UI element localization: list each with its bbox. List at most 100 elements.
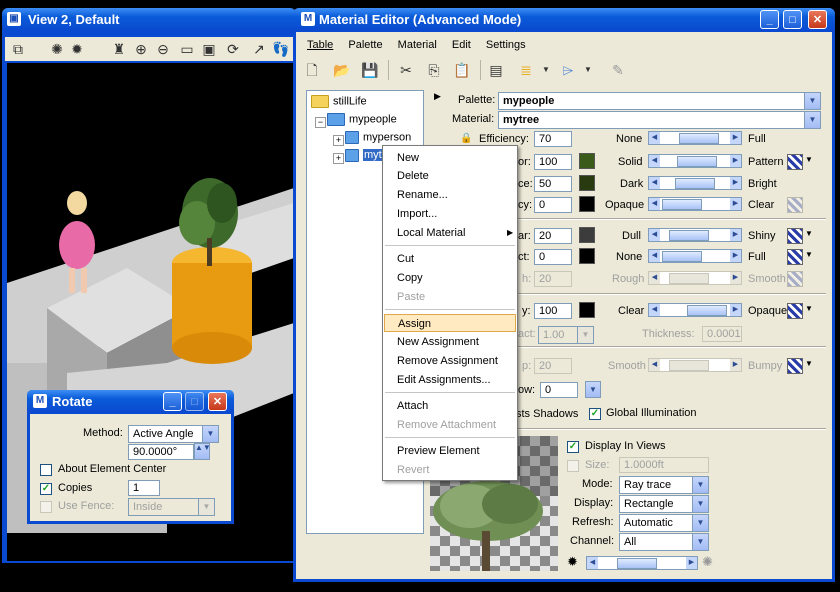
mode-select[interactable]: Ray trace ▼ [619, 476, 709, 494]
channel-select[interactable]: All ▼ [619, 533, 709, 551]
render-icon[interactable]: ✺ [47, 39, 67, 59]
copy-icon[interactable]: ⎘ [424, 60, 444, 80]
slider-thumb[interactable] [676, 156, 717, 167]
finish-input[interactable]: 20 [534, 271, 572, 287]
copies-input[interactable]: 1 [128, 480, 160, 496]
efficiency-input[interactable]: 70 [534, 131, 572, 147]
collapse-icon[interactable]: − [315, 117, 326, 128]
about-center-checkbox[interactable] [40, 464, 52, 476]
expand-icon[interactable]: + [333, 153, 344, 164]
menu-item-cut[interactable]: Cut [384, 250, 516, 268]
zoom-in-icon[interactable]: ⊕ [131, 39, 151, 59]
menu-item-import[interactable]: Import... [384, 205, 516, 223]
material-list-icon[interactable]: ▤ [486, 60, 506, 80]
tree-node-stilllife[interactable]: stillLife [311, 95, 367, 108]
menu-item-revert[interactable]: Revert [384, 461, 516, 479]
bump-slider[interactable]: ◀ ▶ [648, 358, 742, 372]
rotate-view-icon[interactable]: ⟳ [223, 39, 243, 59]
minimize-button[interactable]: _ [760, 10, 779, 29]
chevron-down-icon[interactable]: ▼ [805, 229, 813, 238]
chevron-down-icon[interactable]: ▼ [805, 359, 813, 368]
chevron-down-icon[interactable]: ▼ [805, 250, 813, 259]
menu-item-remove-assignment[interactable]: Remove Assignment [384, 352, 516, 370]
pattern-map-icon[interactable] [787, 154, 803, 170]
color-input[interactable]: 100 [534, 154, 572, 170]
slider-thumb[interactable] [675, 178, 715, 189]
slider-thumb[interactable] [678, 133, 719, 144]
paste-icon[interactable]: 📋 [452, 60, 472, 80]
transparency-swatch[interactable] [579, 196, 595, 212]
transparency-map-icon[interactable] [787, 197, 803, 213]
color-slider[interactable]: ◀ ▶ [648, 154, 742, 168]
size-input[interactable]: 1.0000ft [619, 457, 709, 473]
reflect-slider[interactable]: ◀ ▶ [648, 249, 742, 263]
material-editor-titlebar[interactable]: M Material Editor (Advanced Mode) _ □ ✕ [293, 8, 835, 30]
reflect-map-icon[interactable] [787, 249, 803, 265]
glow-color-button[interactable]: ▼ [585, 381, 601, 398]
pan-view-icon[interactable]: ↗ [249, 39, 269, 59]
menu-item-assign[interactable]: Assign [384, 314, 516, 332]
close-button[interactable]: ✕ [808, 10, 827, 29]
menu-item-new-assignment[interactable]: New Assignment [384, 333, 516, 351]
glow-input[interactable]: 0 [540, 382, 578, 398]
chevron-down-icon[interactable]: ▼ [805, 155, 813, 164]
walk-icon[interactable]: 👣 [271, 39, 291, 59]
menu-palette[interactable]: Palette [348, 39, 382, 51]
expand-arrow-icon[interactable]: ▶ [434, 91, 441, 102]
method-select[interactable]: Active Angle ▼ [128, 425, 219, 443]
global-illumination-checkbox[interactable]: ✓ [589, 408, 601, 420]
menu-item-paste[interactable]: Paste [384, 288, 516, 306]
efficiency-slider[interactable]: ◀ ▶ [648, 131, 742, 145]
slider-thumb[interactable] [669, 360, 709, 371]
specular-swatch[interactable] [579, 227, 595, 243]
copies-checkbox[interactable]: ✓ [40, 483, 52, 495]
use-fence-select[interactable]: Inside ▼ [128, 498, 215, 516]
menu-item-edit-assignments[interactable]: Edit Assignments... [384, 371, 516, 389]
reflect-swatch[interactable] [579, 248, 595, 264]
opacity-map-icon[interactable] [787, 303, 803, 319]
bump-map-icon[interactable] [787, 358, 803, 374]
angle-input[interactable]: 90.0000° [128, 444, 194, 460]
preview-light-slider[interactable]: ◀ ▶ [586, 556, 698, 570]
thickness-input[interactable]: 0.0001 [702, 326, 742, 342]
refract-select[interactable]: 1.00 ▼ [538, 326, 594, 344]
slider-thumb[interactable] [617, 558, 658, 569]
menu-item-rename[interactable]: Rename... [384, 186, 516, 204]
assign-material-icon[interactable]: ⌲ [558, 60, 578, 80]
display-select[interactable]: Rectangle ▼ [619, 495, 709, 513]
menu-item-new[interactable]: New [384, 149, 516, 167]
transparency-slider[interactable]: ◀ ▶ [648, 197, 742, 211]
menu-item-remove-attachment[interactable]: Remove Attachment [384, 416, 516, 434]
surface-input[interactable]: 50 [534, 176, 572, 192]
slider-thumb[interactable] [687, 305, 727, 316]
specular-map-icon[interactable] [787, 228, 803, 244]
menu-edit[interactable]: Edit [452, 39, 471, 51]
fit-view-icon[interactable]: ▣ [199, 39, 219, 59]
color-swatch[interactable] [579, 153, 595, 169]
chevron-down-icon[interactable]: ▼ [805, 304, 813, 313]
finish-map-icon[interactable] [787, 271, 803, 287]
specular-input[interactable]: 20 [534, 228, 572, 244]
surface-slider[interactable]: ◀ ▶ [648, 176, 742, 190]
window-area-icon[interactable]: ▭ [177, 39, 197, 59]
size-checkbox[interactable] [567, 460, 579, 472]
tools-icon[interactable]: ♜ [109, 39, 129, 59]
menu-settings[interactable]: Settings [486, 39, 526, 51]
opacity-slider[interactable]: ◀ ▶ [648, 303, 742, 317]
minimize-button[interactable]: _ [163, 392, 182, 411]
open-folder-icon[interactable]: 📂 [332, 60, 352, 80]
angle-spinner[interactable]: ▲▼ [194, 443, 210, 460]
slider-thumb[interactable] [661, 199, 702, 210]
zoom-out-icon[interactable]: ⊖ [153, 39, 173, 59]
lights-icon[interactable]: ✹ [67, 39, 87, 59]
view-attributes-icon[interactable]: ⧉ [8, 39, 28, 59]
expand-icon[interactable]: + [333, 135, 344, 146]
menu-item-preview-element[interactable]: Preview Element [384, 442, 516, 460]
material-select[interactable]: mytree ▼ [498, 111, 821, 129]
transparency-input[interactable]: 0 [534, 197, 572, 213]
new-file-icon[interactable]: 🗋 [302, 60, 322, 80]
bump-input[interactable]: 20 [534, 358, 572, 374]
tree-node-mypeople[interactable]: mypeople [327, 113, 397, 126]
use-fence-checkbox[interactable] [40, 501, 52, 513]
refresh-select[interactable]: Automatic ▼ [619, 514, 709, 532]
